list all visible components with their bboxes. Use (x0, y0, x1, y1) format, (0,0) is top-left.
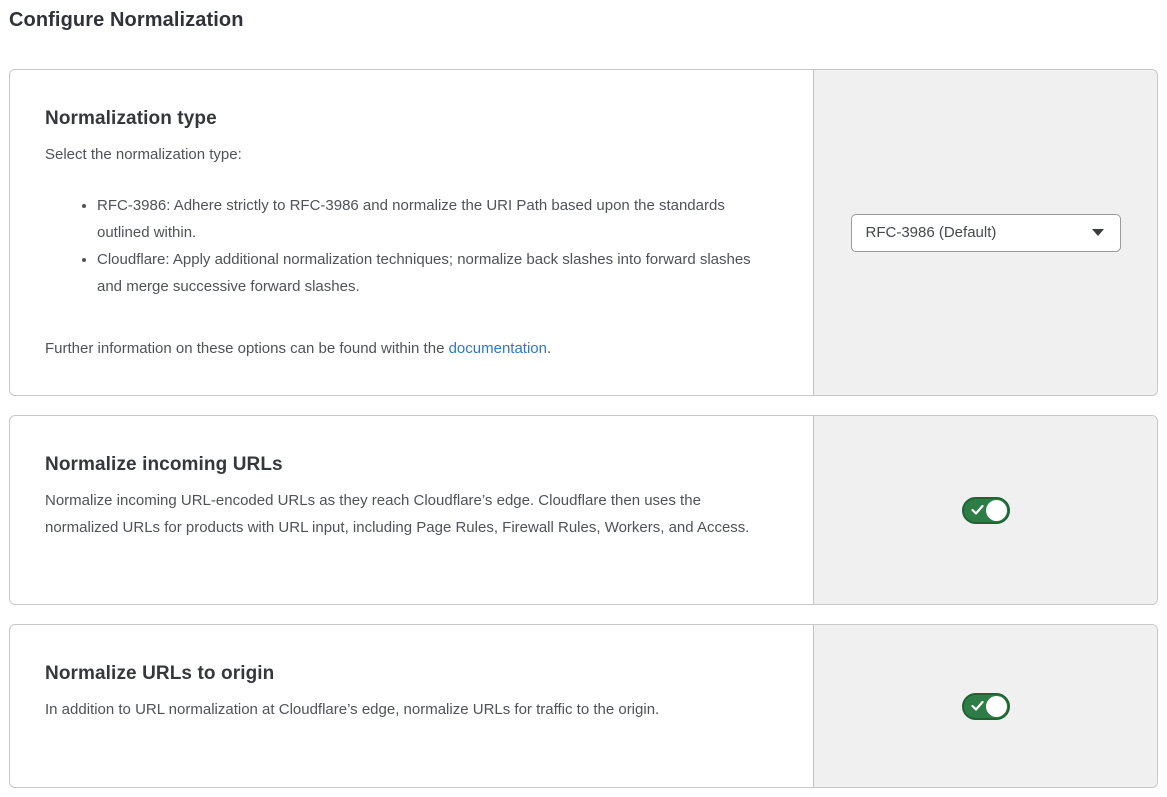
normalization-type-heading: Normalization type (45, 106, 775, 131)
footer-text-prefix: Further information on these options can… (45, 340, 449, 357)
normalize-incoming-urls-content: Normalize incoming URLs Normalize incomi… (10, 416, 813, 604)
normalize-incoming-urls-control-panel (813, 416, 1157, 604)
normalize-incoming-urls-description: Normalize incoming URL-encoded URLs as t… (45, 487, 775, 541)
check-icon (971, 701, 984, 712)
normalize-urls-to-origin-control-panel (813, 625, 1157, 787)
normalization-type-content: Normalization type Select the normalizat… (10, 70, 813, 395)
rfc-3986-option-description: RFC-3986: Adhere strictly to RFC-3986 an… (97, 192, 759, 246)
normalize-urls-to-origin-content: Normalize URLs to origin In addition to … (10, 625, 813, 787)
normalization-options-list: RFC-3986: Adhere strictly to RFC-3986 an… (45, 192, 775, 300)
card-normalize-incoming-urls: Normalize incoming URLs Normalize incomi… (9, 415, 1158, 605)
normalize-incoming-urls-heading: Normalize incoming URLs (45, 452, 775, 477)
normalize-urls-to-origin-heading: Normalize URLs to origin (45, 661, 775, 686)
card-normalize-urls-to-origin: Normalize URLs to origin In addition to … (9, 624, 1158, 788)
toggle-knob (986, 500, 1007, 521)
cloudflare-option-description: Cloudflare: Apply additional normalizati… (97, 246, 759, 300)
normalize-urls-to-origin-toggle[interactable] (962, 693, 1010, 720)
toggle-knob (986, 696, 1007, 717)
normalize-urls-to-origin-description: In addition to URL normalization at Clou… (45, 696, 775, 723)
check-icon (971, 505, 984, 516)
normalize-incoming-urls-toggle[interactable] (962, 497, 1010, 524)
normalization-type-select-value: RFC-3986 (Default) (866, 224, 997, 241)
documentation-link[interactable]: documentation (449, 340, 547, 357)
chevron-down-icon (1092, 229, 1104, 236)
normalization-type-control-panel: RFC-3986 (Default) (813, 70, 1157, 395)
footer-text-suffix: . (547, 340, 551, 357)
page-title: Configure Normalization (9, 9, 1158, 32)
configure-normalization-page: Configure Normalization Normalization ty… (0, 0, 1167, 797)
normalization-type-intro: Select the normalization type: (45, 141, 775, 168)
card-normalization-type: Normalization type Select the normalizat… (9, 69, 1158, 396)
normalization-type-select[interactable]: RFC-3986 (Default) (851, 214, 1121, 252)
further-information-line: Further information on these options can… (45, 335, 775, 362)
